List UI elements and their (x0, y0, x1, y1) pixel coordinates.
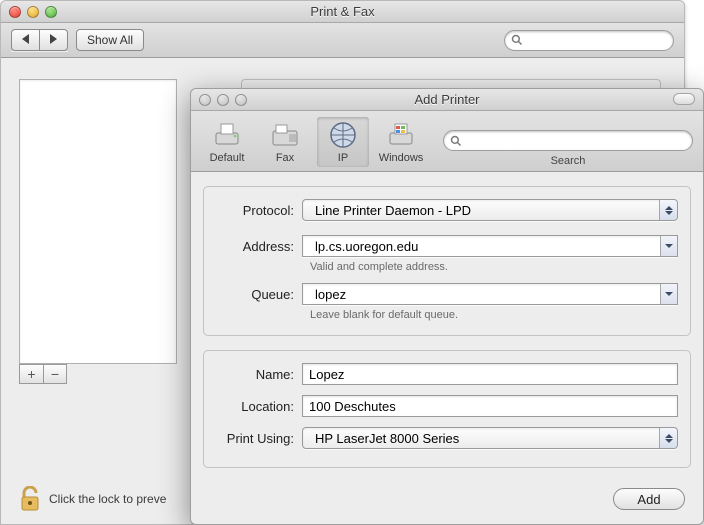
toolbar-item-label: Fax (276, 152, 294, 164)
front-titlebar: Add Printer (191, 89, 703, 111)
address-input[interactable] (309, 239, 660, 254)
back-search-input[interactable] (527, 33, 667, 47)
printer-list[interactable] (19, 79, 177, 364)
back-window-title: Print & Fax (1, 4, 684, 19)
name-label: Name: (216, 367, 302, 382)
lock-row[interactable]: Click the lock to preve (19, 486, 166, 512)
front-search-field[interactable] (443, 130, 693, 151)
back-button[interactable] (11, 29, 39, 51)
front-search-input[interactable] (466, 134, 686, 148)
close-icon[interactable] (9, 6, 21, 18)
print-using-label: Print Using: (216, 431, 302, 446)
add-button[interactable]: Add (613, 488, 685, 510)
identity-group: Name: Location: Print Using: HP LaserJet… (203, 350, 691, 468)
zoom-icon[interactable] (45, 6, 57, 18)
chevron-left-icon (22, 34, 29, 44)
name-input[interactable] (302, 363, 678, 385)
toolbar-item-label: Default (210, 152, 245, 164)
address-label: Address: (216, 239, 302, 254)
front-traffic-lights (191, 94, 247, 106)
back-traffic-lights (1, 6, 57, 18)
queue-hint: Leave blank for default queue. (310, 309, 678, 321)
updown-icon (659, 428, 677, 448)
chevron-down-icon[interactable] (660, 284, 677, 304)
queue-combo[interactable] (302, 283, 678, 305)
queue-label: Queue: (216, 287, 302, 302)
toolbar-item-fax[interactable]: Fax (259, 117, 311, 167)
protocol-select[interactable]: Line Printer Daemon - LPD (302, 199, 678, 221)
location-label: Location: (216, 399, 302, 414)
address-hint: Valid and complete address. (310, 261, 678, 273)
chevron-down-icon[interactable] (660, 236, 677, 256)
add-remove-seg: + − (19, 364, 67, 384)
search-icon (511, 34, 523, 46)
search-icon (450, 135, 462, 147)
minimize-icon[interactable] (217, 94, 229, 106)
show-all-button[interactable]: Show All (76, 29, 144, 51)
updown-icon (659, 200, 677, 220)
forward-button[interactable] (39, 29, 68, 51)
address-combo[interactable] (302, 235, 678, 257)
connection-group: Protocol: Line Printer Daemon - LPD Addr… (203, 186, 691, 336)
zoom-icon[interactable] (235, 94, 247, 106)
protocol-label: Protocol: (216, 203, 302, 218)
lock-icon (19, 486, 41, 512)
nav-seg (11, 29, 68, 51)
printer-icon (211, 120, 243, 150)
add-printer-button[interactable]: + (19, 364, 43, 384)
toolbar-item-windows[interactable]: Windows (375, 117, 427, 167)
front-toolbar: Default Fax IP Windows (191, 111, 703, 172)
lock-text: Click the lock to preve (49, 492, 166, 506)
back-titlebar: Print & Fax (1, 1, 684, 23)
close-icon[interactable] (199, 94, 211, 106)
print-using-value: HP LaserJet 8000 Series (309, 431, 465, 446)
back-search-field[interactable] (504, 30, 674, 51)
search-label: Search (443, 155, 693, 167)
toolbar-toggle-pill[interactable] (673, 93, 695, 105)
queue-input[interactable] (309, 287, 660, 302)
protocol-value: Line Printer Daemon - LPD (309, 203, 477, 218)
back-toolbar: Show All (1, 23, 684, 58)
print-using-select[interactable]: HP LaserJet 8000 Series (302, 427, 678, 449)
minimize-icon[interactable] (27, 6, 39, 18)
toolbar-item-default[interactable]: Default (201, 117, 253, 167)
toolbar-item-label: Windows (379, 152, 424, 164)
fax-icon (269, 120, 301, 150)
remove-printer-button[interactable]: − (43, 364, 67, 384)
location-input[interactable] (302, 395, 678, 417)
toolbar-item-label: IP (338, 152, 348, 164)
chevron-right-icon (50, 34, 57, 44)
globe-icon (327, 120, 359, 150)
windows-printer-icon (385, 120, 417, 150)
toolbar-item-ip[interactable]: IP (317, 117, 369, 167)
add-printer-window: Add Printer Default Fax IP (190, 88, 704, 525)
front-window-title: Add Printer (191, 92, 703, 107)
